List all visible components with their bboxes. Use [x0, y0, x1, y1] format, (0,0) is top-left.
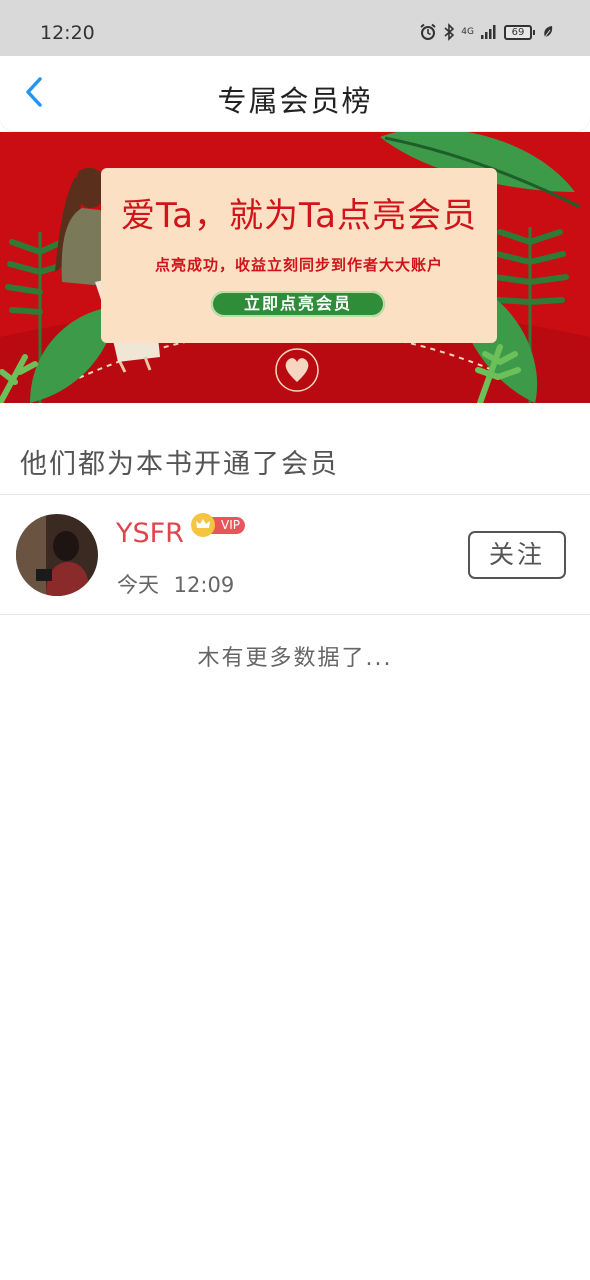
- follow-button[interactable]: 关注: [468, 531, 566, 579]
- leaf-icon: [544, 26, 553, 38]
- member-timestamp: 今天 12:09: [117, 573, 235, 597]
- member-name[interactable]: YSFR: [116, 518, 184, 549]
- banner-subtitle: 点亮成功，收益立刻同步到作者大大账户: [154, 256, 443, 274]
- avatar[interactable]: [16, 514, 98, 596]
- membership-promo-banner[interactable]: 爱Ta，就为Ta点亮会员 点亮成功，收益立刻同步到作者大大账户 立即点亮会员: [0, 132, 590, 403]
- network-type-label: 4G: [461, 26, 474, 37]
- vip-badge: VIP: [191, 513, 247, 537]
- status-icons: 4G 69: [419, 21, 554, 43]
- activate-membership-button[interactable]: 立即点亮会员: [211, 291, 385, 317]
- bluetooth-icon: [444, 23, 455, 41]
- status-time: 12:20: [40, 22, 95, 44]
- signal-icon: [481, 25, 496, 39]
- member-list-item[interactable]: YSFR VIP 今天 12:09 关注: [0, 496, 590, 614]
- top-app-bar: 专属会员榜: [0, 56, 590, 131]
- divider: [0, 494, 590, 495]
- status-bar: 12:20 4G 69: [0, 0, 590, 56]
- divider: [0, 614, 590, 615]
- battery-icon: 69: [504, 24, 535, 40]
- section-heading: 他们都为本书开通了会员: [20, 449, 339, 480]
- alarm-icon: [420, 23, 436, 40]
- banner-title: 爱Ta，就为Ta点亮会员: [121, 196, 477, 236]
- end-of-list-text: 木有更多数据了...: [197, 646, 393, 671]
- page-title: 专属会员榜: [217, 84, 373, 118]
- battery-level: 69: [511, 26, 525, 38]
- banner-card: 爱Ta，就为Ta点亮会员 点亮成功，收益立刻同步到作者大大账户 立即点亮会员: [101, 168, 497, 343]
- avatar-image: [16, 514, 98, 596]
- crown-icon: [191, 513, 215, 537]
